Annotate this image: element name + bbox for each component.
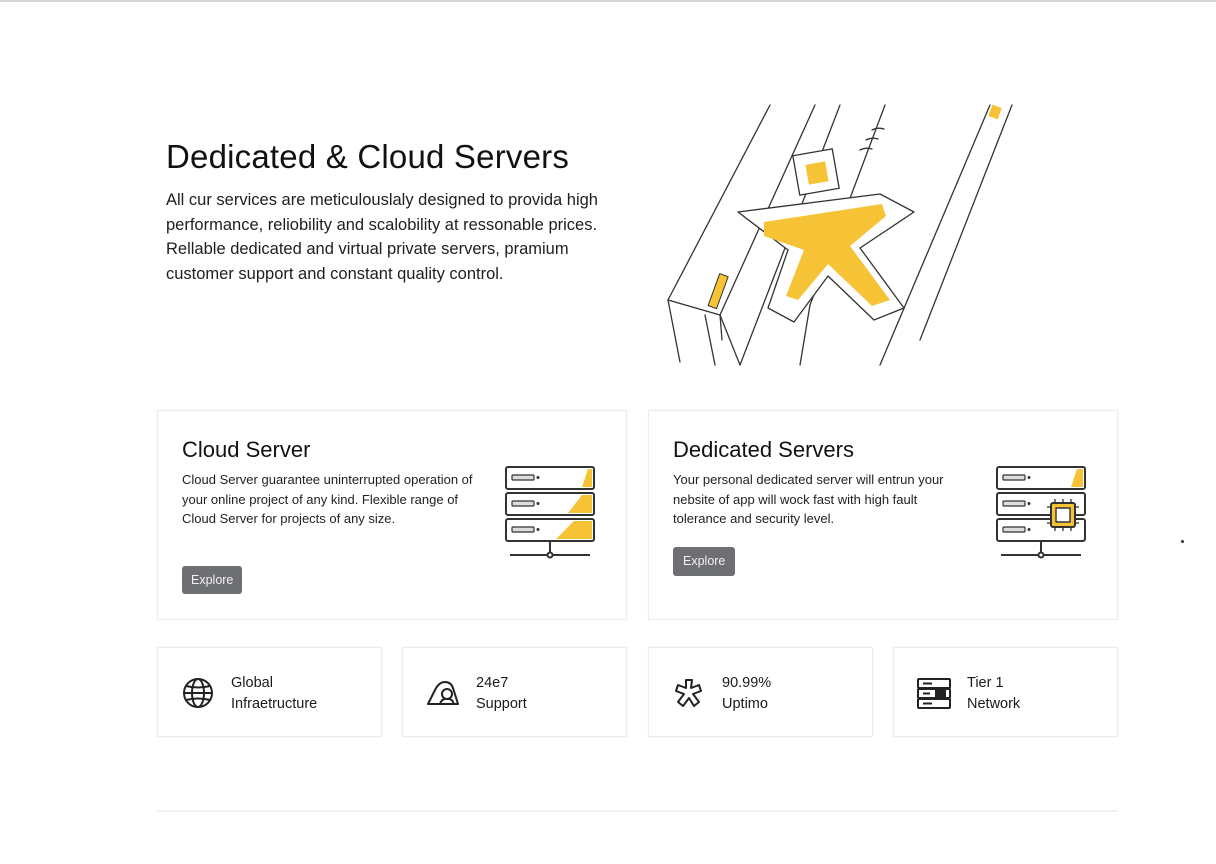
footer-divider — [157, 810, 1118, 812]
globe-icon — [183, 678, 213, 708]
hero-description: All cur services are meticulouslaly desi… — [166, 191, 598, 283]
cloud-server-card: Cloud Server Cloud Server guarantee unin… — [157, 410, 627, 620]
server-chip-icon — [996, 466, 1086, 559]
feature-uptime: 90.99% Uptimo — [648, 647, 873, 737]
dedicated-explore-button[interactable]: Explore — [673, 547, 736, 576]
decorative-dot — [1181, 540, 1184, 543]
dedicated-servers-card: Dedicated Servers Your personal dedicate… — [648, 410, 1118, 620]
feature-label: Global Infraetructure — [231, 675, 318, 712]
feature-global-infrastructure: Global Infraetructure — [157, 647, 382, 737]
feature-label: 90.99% Uptimo — [722, 675, 772, 712]
cloud-explore-button[interactable]: Explore — [182, 566, 243, 594]
server-stack-icon — [505, 466, 595, 559]
card-description: Cloud Server guarantee uninterrupted ope… — [182, 472, 473, 526]
top-border — [0, 0, 1216, 2]
server-rack-star-illustration — [667, 104, 1013, 366]
uptime-star-icon — [675, 679, 702, 707]
feature-tier1-network: Tier 1 Network — [893, 647, 1118, 737]
card-description: Your personal dedicated server will entr… — [673, 472, 944, 526]
feature-label: 24e7 Support — [476, 675, 527, 712]
feature-support: 24e7 Support — [402, 647, 627, 737]
support-icon — [427, 681, 459, 705]
card-title: Cloud Server — [182, 437, 311, 462]
feature-label: Tier 1 Network — [967, 675, 1021, 712]
card-title: Dedicated Servers — [673, 437, 854, 462]
network-icon — [917, 678, 951, 709]
page-title: Dedicated & Cloud Servers — [166, 138, 570, 175]
